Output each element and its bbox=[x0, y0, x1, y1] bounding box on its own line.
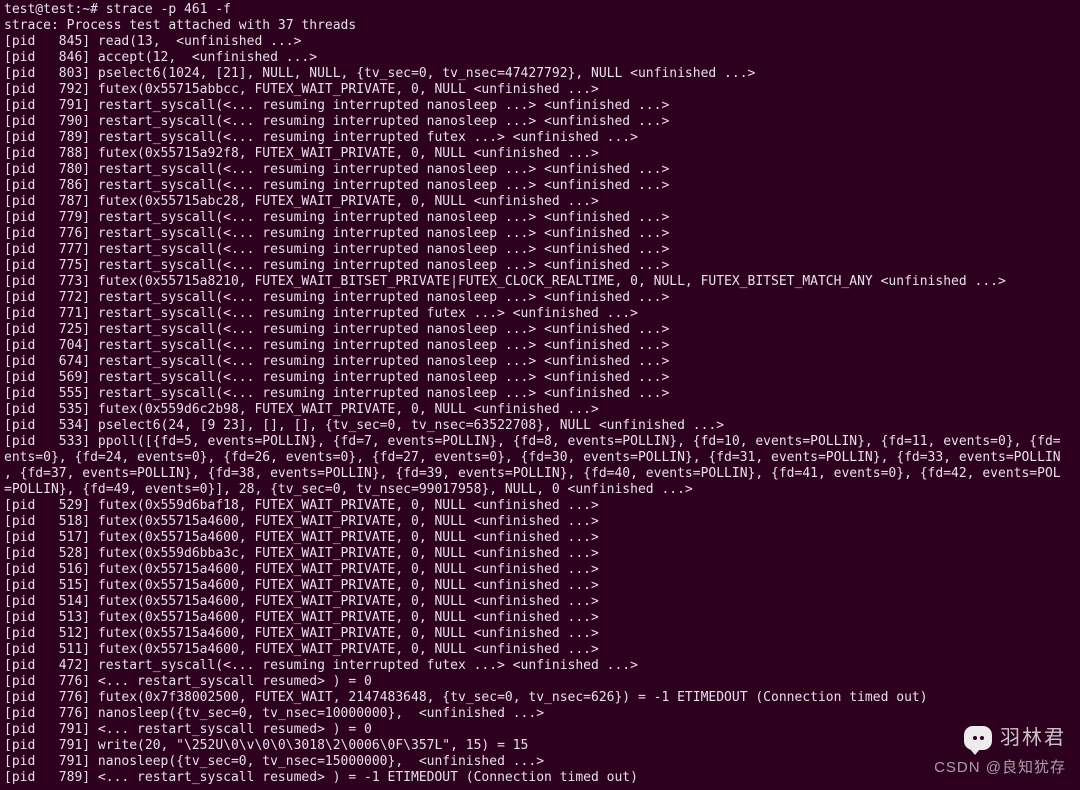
watermark-top: 羽林君 bbox=[964, 726, 1066, 750]
terminal-line: , {fd=37, events=POLLIN}, {fd=38, events… bbox=[4, 466, 1061, 481]
terminal-output[interactable]: test@test:~# strace -p 461 -f strace: Pr… bbox=[0, 0, 1080, 788]
terminal-line: [pid 534] pselect6(24, [9 23], [], [], {… bbox=[4, 418, 724, 433]
terminal-line: [pid 779] restart_syscall(<... resuming … bbox=[4, 210, 669, 225]
terminal-line: [pid 786] restart_syscall(<... resuming … bbox=[4, 178, 669, 193]
terminal-line: [pid 788] futex(0x55715a92f8, FUTEX_WAIT… bbox=[4, 146, 599, 161]
terminal-line: [pid 791] write(20, "\252U\0\v\0\0\3018\… bbox=[4, 738, 528, 753]
terminal-line: [pid 511] futex(0x55715a4600, FUTEX_WAIT… bbox=[4, 642, 599, 657]
terminal-line: strace: Process test attached with 37 th… bbox=[4, 18, 356, 33]
terminal-line: [pid 791] restart_syscall(<... resuming … bbox=[4, 98, 669, 113]
watermark-top-text: 羽林君 bbox=[1000, 730, 1066, 746]
terminal-line: [pid 569] restart_syscall(<... resuming … bbox=[4, 370, 669, 385]
terminal-line: [pid 472] restart_syscall(<... resuming … bbox=[4, 658, 638, 673]
terminal-line: [pid 533] ppoll([{fd=5, events=POLLIN}, … bbox=[4, 434, 1061, 449]
terminal-line: [pid 528] futex(0x559d6bba3c, FUTEX_WAIT… bbox=[4, 546, 599, 561]
terminal-line: [pid 780] restart_syscall(<... resuming … bbox=[4, 162, 669, 177]
terminal-line: [pid 529] futex(0x559d6baf18, FUTEX_WAIT… bbox=[4, 498, 599, 513]
terminal-line: [pid 789] <... restart_syscall resumed> … bbox=[4, 770, 638, 785]
wechat-bubble-icon bbox=[964, 726, 992, 750]
terminal-line: [pid 776] restart_syscall(<... resuming … bbox=[4, 226, 669, 241]
terminal-line: [pid 787] futex(0x55715abc28, FUTEX_WAIT… bbox=[4, 194, 599, 209]
terminal-line: [pid 803] pselect6(1024, [21], NULL, NUL… bbox=[4, 66, 755, 81]
terminal-line: [pid 777] restart_syscall(<... resuming … bbox=[4, 242, 669, 257]
terminal-line: [pid 674] restart_syscall(<... resuming … bbox=[4, 354, 669, 369]
terminal-line: [pid 513] futex(0x55715a4600, FUTEX_WAIT… bbox=[4, 610, 599, 625]
terminal-line: [pid 514] futex(0x55715a4600, FUTEX_WAIT… bbox=[4, 594, 599, 609]
terminal-line: [pid 772] restart_syscall(<... resuming … bbox=[4, 290, 669, 305]
terminal-line: [pid 518] futex(0x55715a4600, FUTEX_WAIT… bbox=[4, 514, 599, 529]
terminal-line: [pid 776] <... restart_syscall resumed> … bbox=[4, 674, 372, 689]
terminal-line: [pid 725] restart_syscall(<... resuming … bbox=[4, 322, 669, 337]
terminal-line: [pid 792] futex(0x55715abbcc, FUTEX_WAIT… bbox=[4, 82, 599, 97]
terminal-line: [pid 776] nanosleep({tv_sec=0, tv_nsec=1… bbox=[4, 706, 544, 721]
terminal-line: [pid 789] restart_syscall(<... resuming … bbox=[4, 130, 638, 145]
terminal-line: [pid 791] <... restart_syscall resumed> … bbox=[4, 722, 372, 737]
terminal-line: test@test:~# strace -p 461 -f bbox=[4, 2, 231, 17]
watermark-bottom: CSDN @良知犹存 bbox=[934, 760, 1066, 776]
terminal-line: [pid 790] restart_syscall(<... resuming … bbox=[4, 114, 669, 129]
terminal-line: [pid 775] restart_syscall(<... resuming … bbox=[4, 258, 669, 273]
terminal-line: [pid 512] futex(0x55715a4600, FUTEX_WAIT… bbox=[4, 626, 599, 641]
terminal-line: [pid 704] restart_syscall(<... resuming … bbox=[4, 338, 669, 353]
terminal-line: ents=0}, {fd=24, events=0}, {fd=26, even… bbox=[4, 450, 1061, 465]
terminal-line: [pid 846] accept(12, <unfinished ...> bbox=[4, 50, 317, 65]
terminal-line: [pid 845] read(13, <unfinished ...> bbox=[4, 34, 301, 49]
terminal-line: [pid 791] nanosleep({tv_sec=0, tv_nsec=1… bbox=[4, 754, 544, 769]
watermark-bottom-text: CSDN @良知犹存 bbox=[934, 759, 1066, 776]
terminal-line: [pid 555] restart_syscall(<... resuming … bbox=[4, 386, 669, 401]
terminal-line: [pid 516] futex(0x55715a4600, FUTEX_WAIT… bbox=[4, 562, 599, 577]
terminal-line: [pid 535] futex(0x559d6c2b98, FUTEX_WAIT… bbox=[4, 402, 599, 417]
terminal-line: =POLLIN}, {fd=49, events=0}], 28, {tv_se… bbox=[4, 482, 693, 497]
terminal-line: [pid 771] restart_syscall(<... resuming … bbox=[4, 306, 638, 321]
terminal-line: [pid 776] futex(0x7f38002500, FUTEX_WAIT… bbox=[4, 690, 928, 705]
terminal-line: [pid 517] futex(0x55715a4600, FUTEX_WAIT… bbox=[4, 530, 599, 545]
terminal-line: [pid 515] futex(0x55715a4600, FUTEX_WAIT… bbox=[4, 578, 599, 593]
terminal-line: [pid 773] futex(0x55715a8210, FUTEX_WAIT… bbox=[4, 274, 1006, 289]
